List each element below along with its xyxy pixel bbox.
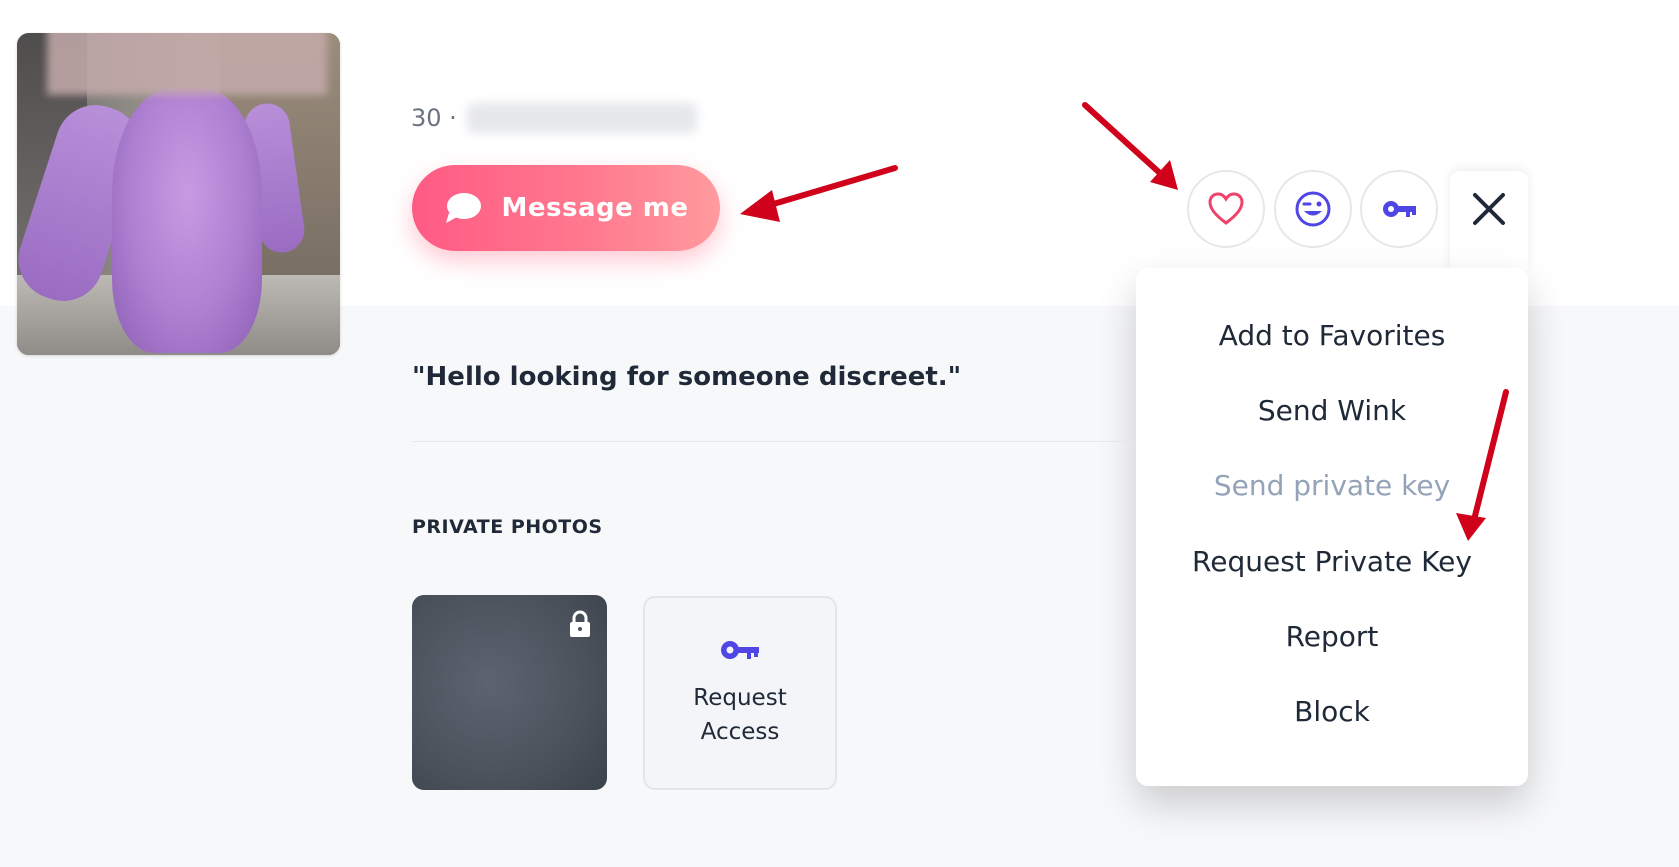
photo-dress [112, 88, 262, 353]
profile-tagline: "Hello looking for someone discreet." [412, 362, 962, 392]
arrow-to-message-button [757, 165, 898, 211]
age-text: 30 · [411, 104, 457, 132]
favorite-button[interactable] [1187, 170, 1265, 248]
actions-dropdown-menu: Add to Favorites Send Wink Send private … [1136, 268, 1528, 786]
photo-blur-region [47, 33, 327, 95]
key-icon [1383, 201, 1416, 217]
profile-photo[interactable] [17, 33, 340, 355]
wink-button[interactable] [1274, 170, 1352, 248]
chat-bubble-icon [446, 193, 482, 223]
age-location: 30 · [411, 103, 697, 133]
message-button[interactable]: Message me [412, 165, 720, 251]
request-access-button[interactable]: Request Access [643, 596, 837, 790]
private-photo-thumbnail[interactable] [412, 595, 607, 790]
private-photos-heading: PRIVATE PHOTOS [412, 516, 603, 538]
arrow-head-favorite [1150, 160, 1178, 190]
arrow-to-favorite [1082, 102, 1165, 178]
menu-item-send-private-key: Send private key [1213, 469, 1451, 502]
arrow-head-message [740, 190, 780, 222]
key-icon [721, 641, 759, 659]
private-key-button[interactable] [1360, 170, 1438, 248]
menu-item-add-favorites[interactable]: Add to Favorites [1136, 319, 1528, 352]
close-icon [1473, 193, 1505, 225]
menu-item-send-wink[interactable]: Send Wink [1136, 394, 1528, 427]
location-blurred [466, 103, 697, 133]
username-blurred: ​ [408, 30, 708, 88]
message-button-label: Message me [501, 193, 689, 223]
menu-item-report[interactable]: Report [1136, 620, 1528, 653]
divider [412, 441, 1136, 442]
wink-icon [1295, 191, 1331, 227]
close-menu-button[interactable] [1450, 171, 1528, 271]
menu-item-block[interactable]: Block [1136, 695, 1528, 728]
request-access-label: Request Access [693, 685, 787, 745]
lock-icon [570, 610, 590, 637]
menu-item-request-private-key[interactable]: Request Private Key [1136, 545, 1528, 578]
heart-icon [1208, 192, 1244, 225]
